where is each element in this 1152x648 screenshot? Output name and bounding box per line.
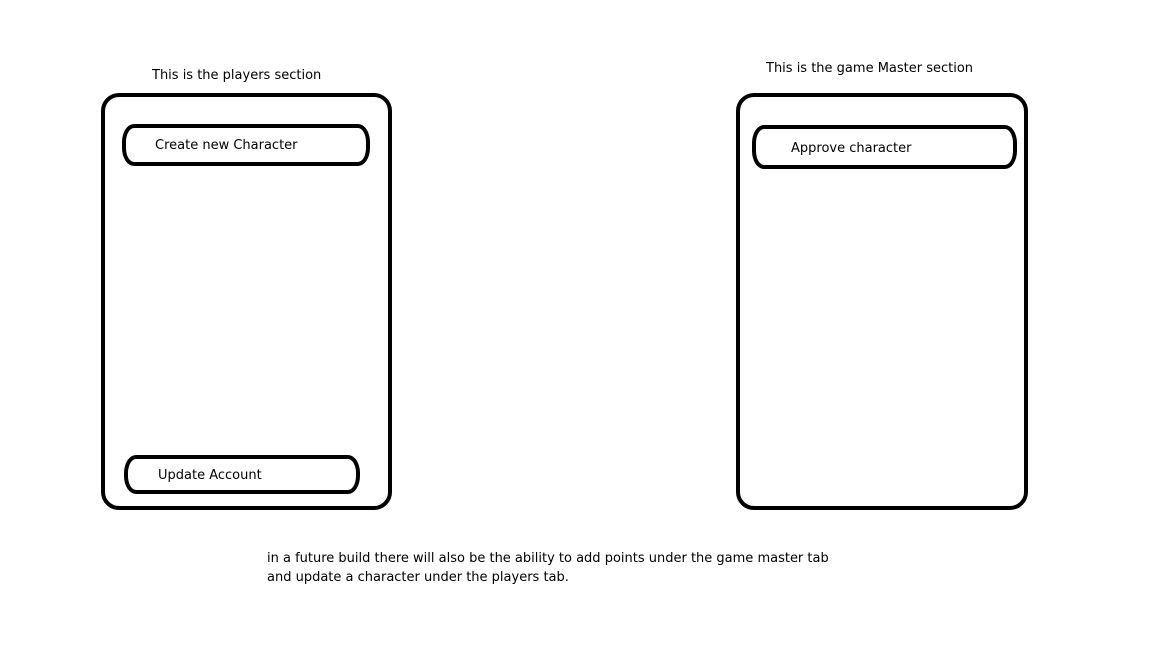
create-new-character-button[interactable]: Create new Character <box>122 124 370 166</box>
players-section-caption: This is the players section <box>152 68 322 83</box>
future-build-note-line-1: in a future build there will also be the… <box>267 551 829 566</box>
future-build-note-line-2: and update a character under the players… <box>267 570 569 585</box>
future-build-note: in a future build there will also be the… <box>267 549 829 587</box>
update-account-label: Update Account <box>158 468 262 483</box>
game-master-section-caption: This is the game Master section <box>766 61 974 76</box>
approve-character-button[interactable]: Approve character <box>752 125 1017 169</box>
approve-character-label: Approve character <box>791 141 912 156</box>
create-new-character-label: Create new Character <box>155 138 298 153</box>
update-account-button[interactable]: Update Account <box>124 455 360 494</box>
